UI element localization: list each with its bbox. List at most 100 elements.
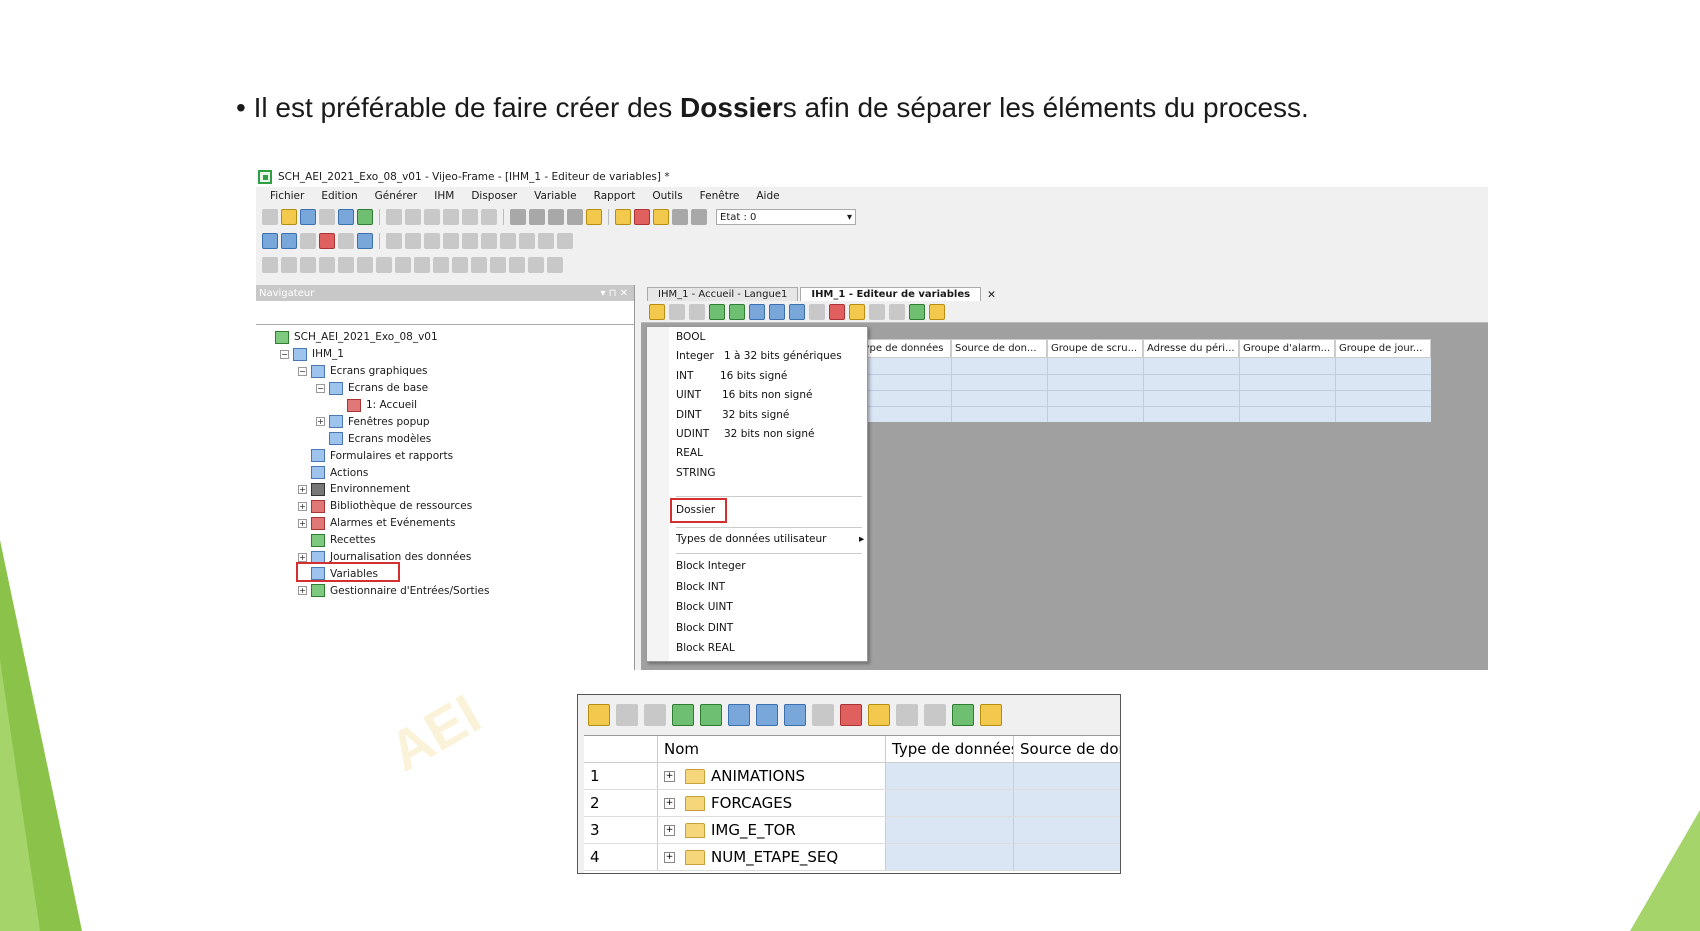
folder-table-column-header[interactable]: Type de données (886, 736, 1014, 762)
grid-view-icon[interactable] (262, 233, 278, 249)
tree-item[interactable]: − IHM_1 (256, 346, 634, 363)
menu-fichier[interactable]: Fichier (270, 190, 304, 202)
close-tab-icon[interactable]: ✕ (987, 289, 996, 301)
folder-name-cell[interactable]: + ANIMATIONS (658, 763, 886, 789)
structure-icon[interactable] (889, 303, 905, 320)
back-arrow-icon[interactable] (510, 209, 526, 225)
binoculars-icon[interactable] (338, 233, 354, 249)
menu-disposer[interactable]: Disposer (471, 190, 517, 202)
stop-icon[interactable] (548, 209, 564, 225)
menu-outils[interactable]: Outils (652, 190, 682, 202)
plus-icon[interactable] (691, 209, 707, 225)
expand-toggle-icon[interactable]: + (298, 552, 307, 562)
tree-view-icon[interactable] (909, 303, 925, 320)
grid-column-header[interactable]: Groupe de scru... (1047, 339, 1143, 358)
center-icon[interactable] (557, 233, 573, 249)
menu-item-type[interactable]: REAL (676, 447, 703, 459)
table-row[interactable]: 1 + ANIMATIONS (584, 763, 1120, 790)
zoom-icon[interactable] (300, 233, 316, 249)
source-cell[interactable] (1014, 817, 1120, 843)
variable-properties-icon[interactable] (616, 704, 638, 726)
navigator-filter-bar[interactable] (256, 301, 634, 325)
grid-icon[interactable] (929, 303, 945, 320)
table-view-icon[interactable] (756, 704, 778, 726)
tree-item[interactable]: Recettes (256, 532, 634, 549)
menu-item-type[interactable]: UINT (676, 389, 701, 401)
tree-item[interactable]: 1: Accueil (256, 397, 634, 414)
type-cell[interactable] (886, 844, 1014, 870)
polygon-icon[interactable] (338, 257, 354, 273)
bar-graph-icon[interactable] (528, 257, 544, 273)
variable-grid-body[interactable] (855, 358, 1431, 422)
circle-icon[interactable] (376, 257, 392, 273)
font-icon[interactable] (849, 303, 865, 320)
cut-icon[interactable] (424, 209, 440, 225)
delete-variable-icon[interactable] (689, 303, 705, 320)
menu-aide[interactable]: Aide (756, 190, 779, 202)
meter-icon[interactable] (509, 257, 525, 273)
menu-item-type[interactable]: DINT (676, 409, 701, 421)
menu-variable[interactable]: Variable (534, 190, 577, 202)
align-icon[interactable] (386, 233, 402, 249)
tree-item[interactable]: − Ecrans de base (256, 380, 634, 397)
polyline-icon[interactable] (319, 257, 335, 273)
wave-icon[interactable] (809, 303, 825, 320)
panel-controls-icon[interactable]: ▾ ⊓ ✕ (600, 288, 628, 299)
menu-item-block[interactable]: Block REAL (676, 642, 735, 654)
signal-icon[interactable] (789, 303, 805, 320)
tree-item[interactable]: + Gestionnaire d'Entrées/Sorties (256, 582, 634, 599)
variable-properties-icon[interactable] (669, 303, 685, 320)
line-icon[interactable] (300, 257, 316, 273)
new-variable-icon[interactable] (649, 303, 665, 320)
tree-item[interactable]: + Environnement (256, 481, 634, 498)
menu-item-block[interactable]: Block Integer (676, 560, 746, 572)
undo-icon[interactable] (386, 209, 402, 225)
tree-view-icon[interactable] (952, 704, 974, 726)
new-variable-icon[interactable] (588, 704, 610, 726)
pointer-icon[interactable] (262, 257, 278, 273)
folder-table-column-header[interactable] (584, 736, 658, 762)
source-cell[interactable] (1014, 763, 1120, 789)
print-icon[interactable] (319, 209, 335, 225)
page-view-icon[interactable] (281, 233, 297, 249)
expand-toggle-icon[interactable]: + (298, 518, 307, 528)
expand-toggle-icon[interactable]: − (316, 383, 325, 393)
distribute-icon[interactable] (405, 233, 421, 249)
lamp-icon[interactable] (490, 257, 506, 273)
menu-item-type[interactable]: STRING (676, 467, 715, 479)
tree-item[interactable]: Actions (256, 464, 634, 481)
expand-toggle-icon[interactable]: + (298, 586, 307, 596)
tree-item[interactable]: + Alarmes et Evénements (256, 515, 634, 532)
trend-icon[interactable] (547, 257, 563, 273)
shape-icon[interactable] (414, 257, 430, 273)
rotate-icon[interactable] (481, 233, 497, 249)
layout-icon[interactable] (357, 233, 373, 249)
grid-column-header[interactable]: Groupe d'alarm... (1239, 339, 1335, 358)
grid-column-header[interactable]: Source de don... (951, 339, 1047, 358)
export-icon[interactable] (700, 704, 722, 726)
table-row[interactable]: 4 + NUM_ETAPE_SEQ (584, 844, 1120, 871)
signal-icon[interactable] (784, 704, 806, 726)
menu-item-block[interactable]: Block UINT (676, 601, 733, 613)
state-icon[interactable] (615, 209, 631, 225)
expand-toggle-icon[interactable]: + (664, 851, 675, 863)
source-cell[interactable] (1014, 844, 1120, 870)
editor-tab[interactable]: IHM_1 - Editeur de variables (800, 287, 982, 301)
expand-toggle-icon[interactable]: + (664, 770, 675, 782)
grid-column-header[interactable]: Adresse du péri... (1143, 339, 1239, 358)
table-view-icon[interactable] (769, 303, 785, 320)
menu-item-type[interactable]: BOOL (676, 331, 705, 343)
expand-toggle-icon[interactable]: + (664, 797, 675, 809)
expand-toggle-icon[interactable]: + (316, 417, 325, 427)
ungroup-icon[interactable] (443, 233, 459, 249)
size-icon[interactable] (519, 233, 535, 249)
editor-tab[interactable]: IHM_1 - Accueil - Langue1 (647, 287, 799, 301)
home-icon[interactable] (586, 209, 602, 225)
refresh-icon[interactable] (567, 209, 583, 225)
trend-variable-icon[interactable] (840, 704, 862, 726)
menu-ihm[interactable]: IHM (434, 190, 454, 202)
type-cell[interactable] (886, 790, 1014, 816)
folder-name-cell[interactable]: + IMG_E_TOR (658, 817, 886, 843)
menu-fenetre[interactable]: Fenêtre (700, 190, 740, 202)
wave-icon[interactable] (812, 704, 834, 726)
